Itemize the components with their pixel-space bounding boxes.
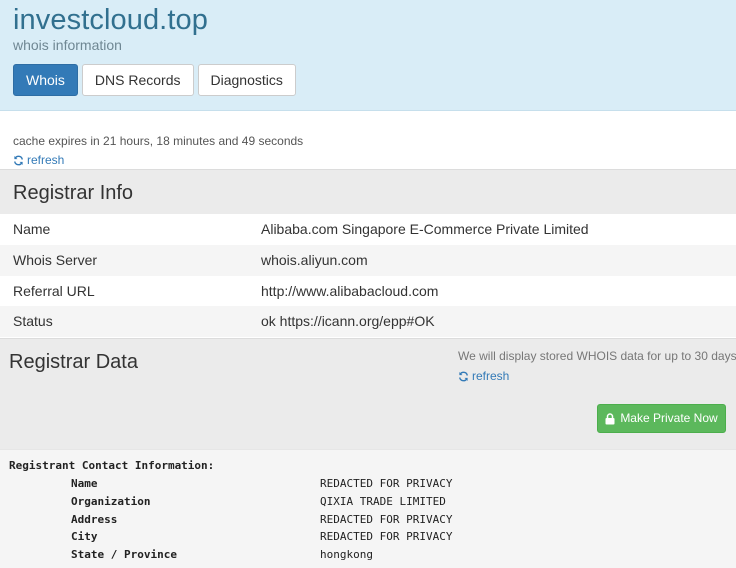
make-private-label: Make Private Now [620,411,718,425]
info-value: http://www.alibabacloud.com [261,283,439,299]
tab-bar: Whois DNS Records Diagnostics [13,64,296,96]
stored-data-note: We will display stored WHOIS data for up… [458,349,736,363]
raw-key: City [71,530,98,543]
tab-whois[interactable]: Whois [13,64,78,96]
info-row-name: Name Alibaba.com Singapore E-Commerce Pr… [0,214,736,245]
raw-value: hongkong [320,548,373,561]
raw-key: Name [71,477,98,490]
info-row-referral-url: Referral URL http://www.alibabacloud.com [0,276,736,307]
raw-key: Organization [71,495,151,508]
raw-key: Postal Code [71,564,144,568]
info-row-status: Status ok https://icann.org/epp#OK [0,306,736,337]
info-value: whois.aliyun.com [261,252,368,268]
lock-icon [605,412,615,424]
raw-value: QIXIA TRADE LIMITED [320,495,446,508]
raw-value: REDACTED FOR PRIVACY [320,513,453,526]
raw-value: REDACTED FOR PRIVACY [320,530,453,543]
info-key: Status [13,313,53,329]
registrar-info-title: Registrar Info [13,182,134,204]
refresh-icon [459,371,468,381]
cache-refresh-link[interactable]: refresh [13,153,64,167]
page-subtitle: whois information [13,37,122,53]
tab-diagnostics[interactable]: Diagnostics [197,64,296,96]
info-row-whois-server: Whois Server whois.aliyun.com [0,245,736,276]
make-private-button[interactable]: Make Private Now [597,404,726,433]
registrar-data-refresh-link[interactable]: refresh [458,369,509,383]
tab-dns-records[interactable]: DNS Records [81,64,194,96]
info-value: Alibaba.com Singapore E-Commerce Private… [261,221,589,237]
info-value: ok https://icann.org/epp#OK [261,313,435,329]
info-key: Whois Server [13,252,98,268]
refresh-icon [14,155,23,165]
raw-key: Address [71,513,118,526]
raw-value: REDACTED FOR PRIVACY [320,477,453,490]
raw-section-heading: Registrant Contact Information: [9,459,215,472]
site-header: investcloud.top whois information Whois … [0,0,736,111]
info-key: Referral URL [13,283,95,299]
refresh-label: refresh [27,153,65,167]
raw-key: State / Province [71,548,177,561]
registrar-data-title: Registrar Data [9,351,138,373]
raw-whois-block: Registrant Contact Information: Name RED… [0,449,736,568]
cache-expiry-text: cache expires in 21 hours, 18 minutes an… [13,134,304,148]
refresh-label: refresh [472,369,510,383]
info-key: Name [13,221,51,237]
registrar-info-header: Registrar Info [0,169,736,214]
domain-title: investcloud.top [13,4,208,36]
